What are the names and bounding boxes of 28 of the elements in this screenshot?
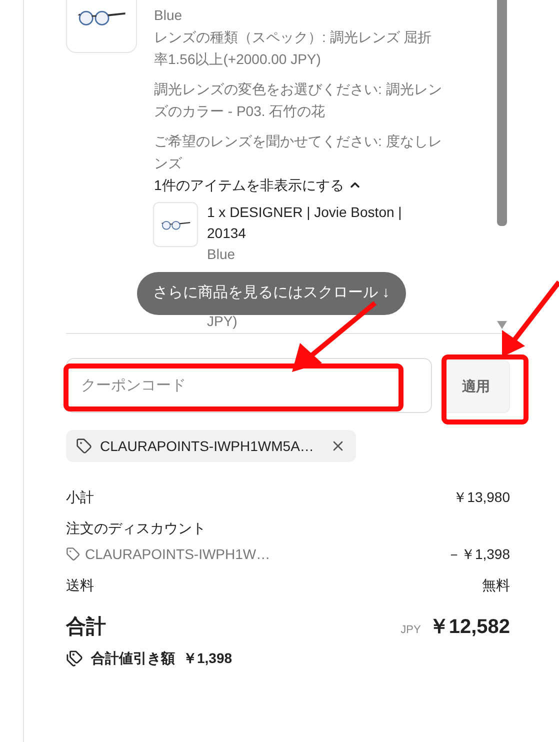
option-text: レンズの種類（スペック）: 調光レンズ 屈折率1.56以上(+2000.00 JPY) xyxy=(154,28,433,69)
product-title: 1 x DESIGNER | Jovie Boston | 20134 xyxy=(207,203,403,243)
savings-label: 合計値引き額 xyxy=(91,649,175,668)
discount-value: －￥1,398 xyxy=(446,545,510,564)
scroll-down-icon[interactable] xyxy=(497,321,507,329)
hide-items-toggle[interactable]: 1件のアイテムを非表示にする xyxy=(154,174,362,196)
savings-value: ￥1,398 xyxy=(183,649,232,668)
variant-text: Blue xyxy=(207,245,236,264)
variant-text: Blue xyxy=(154,6,184,25)
summary-value: 無料 xyxy=(482,576,510,595)
summary-label: 注文のディスカウント xyxy=(66,520,206,536)
total-label: 合計 xyxy=(66,617,106,637)
option-text: ご希望のレンズを聞かせてください: 度なしレンズ xyxy=(154,132,443,173)
tag-icon xyxy=(66,547,80,561)
tag-icon xyxy=(76,438,92,454)
coupon-code-text: CLAURAPOINTS-IWPH1WM5A… xyxy=(100,436,314,456)
currency-text: JPY xyxy=(400,623,421,638)
summary-label: 送料 xyxy=(66,576,94,595)
tags-icon xyxy=(66,650,83,666)
coupon-code-field[interactable]: クーポンコード xyxy=(66,358,432,413)
scrollbar-thumb[interactable] xyxy=(497,0,507,226)
scroll-hint-toast: さらに商品を見るにはスクロール ↓ xyxy=(137,272,406,315)
summary-label: 小計 xyxy=(66,488,94,507)
total-value: ￥12,582 xyxy=(428,617,510,637)
option-text: 調光レンズの変色をお選びください: 調光レンズのカラー - P03. 石竹の花 xyxy=(154,80,443,121)
option-text: JPY) xyxy=(207,312,238,331)
summary-value: ￥13,980 xyxy=(453,488,510,507)
discount-code-text: CLAURAPOINTS-IWPH1W… xyxy=(85,545,270,564)
